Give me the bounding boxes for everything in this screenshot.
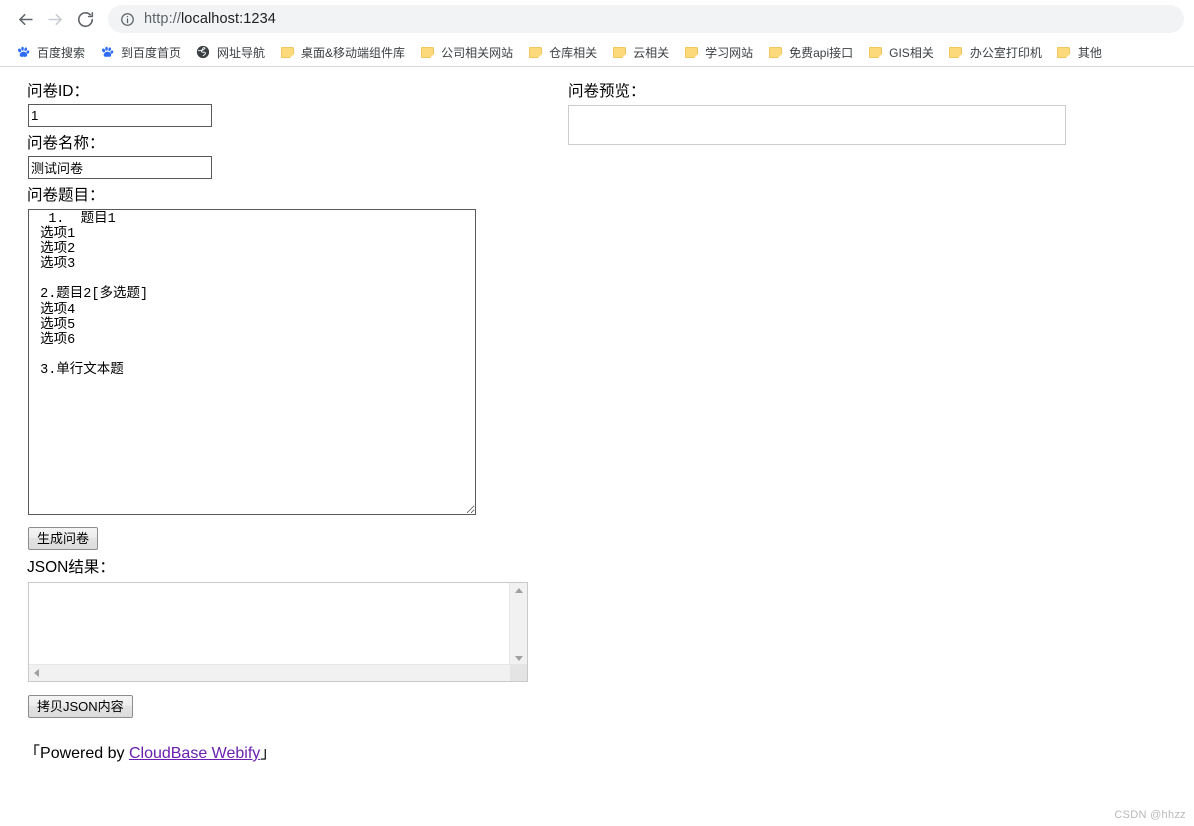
survey-id-label: 问卷ID： (27, 83, 90, 100)
bookmarks-bar: 百度搜索 到百度首页 网址导航 桌面&移动端组件库 公司相关网站 仓库相关 云相关 学习网站 免… (0, 38, 1194, 66)
cloudbase-webify-link[interactable]: CloudBase Webify (129, 745, 260, 762)
address-bar[interactable]: http://localhost:1234 (108, 5, 1184, 33)
footer-prefix: Powered by (40, 745, 129, 762)
url-scheme: http:// (144, 11, 181, 27)
back-arrow-icon (16, 10, 35, 29)
bookmark-item[interactable]: 学习网站 (676, 41, 760, 63)
reload-button[interactable] (70, 4, 100, 34)
folder-icon (867, 44, 883, 60)
browser-chrome: http://localhost:1234 百度搜索 到百度首页 网址导航 桌面&移动… (0, 0, 1194, 67)
bookmark-item[interactable]: 公司相关网站 (412, 41, 520, 63)
forward-arrow-icon (46, 10, 65, 29)
json-horizontal-scrollbar[interactable] (29, 664, 527, 681)
bookmark-label: 云相关 (633, 45, 670, 60)
copy-json-button[interactable]: 拷贝JSON内容 (28, 695, 133, 718)
back-button[interactable] (10, 4, 40, 34)
survey-form-column: 问卷ID： 问卷名称： 问卷题目： 1. 题目1 选项1 选项2 选项3 2.题… (18, 81, 558, 764)
bookmark-label: 公司相关网站 (441, 45, 514, 60)
json-result-textarea[interactable] (28, 582, 528, 682)
folder-icon (279, 44, 295, 60)
bookmark-item[interactable]: 办公室打印机 (941, 41, 1049, 63)
bookmark-item[interactable]: GIS相关 (860, 41, 941, 63)
page-content: 问卷ID： 问卷名称： 问卷题目： 1. 题目1 选项1 选项2 选项3 2.题… (0, 67, 1194, 825)
folder-icon (1056, 44, 1072, 60)
survey-preview-column: 问卷预览： (560, 81, 1080, 145)
address-bar-text: http://localhost:1234 (144, 11, 276, 27)
csdn-watermark: CSDN @hhzz (1114, 809, 1186, 821)
bookmark-label: 到百度首页 (121, 45, 182, 60)
scroll-up-icon[interactable] (514, 583, 524, 593)
survey-name-input[interactable] (28, 156, 212, 179)
folder-icon (948, 44, 964, 60)
bookmark-label: 百度搜索 (37, 45, 86, 60)
folder-icon (611, 44, 627, 60)
bookmark-label: 学习网站 (705, 45, 754, 60)
reload-icon (76, 10, 95, 29)
globe-icon (195, 44, 211, 60)
survey-id-input[interactable] (28, 104, 212, 127)
json-vertical-scrollbar[interactable] (509, 583, 527, 665)
bookmark-label: 桌面&移动端组件库 (301, 45, 406, 60)
bookmark-item[interactable]: 到百度首页 (92, 41, 188, 63)
folder-icon (767, 44, 783, 60)
bookmark-item[interactable]: 云相关 (604, 41, 676, 63)
bookmark-label: 仓库相关 (549, 45, 598, 60)
survey-preview-box[interactable] (568, 105, 1066, 145)
bookmark-label: GIS相关 (889, 45, 934, 60)
baidu-paw-icon (15, 44, 31, 60)
folder-icon (683, 44, 699, 60)
bookmark-item[interactable]: 免费api接口 (760, 41, 860, 63)
scroll-left-icon[interactable] (29, 668, 39, 678)
bookmark-item[interactable]: 桌面&移动端组件库 (272, 41, 412, 63)
bookmark-label: 网址导航 (217, 45, 266, 60)
bookmark-label: 其他 (1077, 45, 1102, 60)
json-result-label: JSON结果： (27, 559, 115, 576)
forward-button[interactable] (40, 4, 70, 34)
json-result-text[interactable] (29, 583, 508, 665)
bookmark-item[interactable]: 网址导航 (188, 41, 272, 63)
bookmark-item[interactable]: 百度搜索 (8, 41, 92, 63)
folder-icon (419, 44, 435, 60)
url-host: localhost:1234 (180, 11, 276, 27)
footer-powered-by: 「Powered by CloudBase Webify」 (24, 744, 558, 764)
survey-questions-textarea[interactable]: 1. 题目1 选项1 选项2 选项3 2.题目2[多选题] 选项4 选项5 选项… (28, 209, 476, 515)
survey-questions-label: 问卷题目： (27, 187, 105, 204)
survey-name-label: 问卷名称： (27, 135, 105, 152)
bookmark-label: 免费api接口 (789, 45, 854, 60)
survey-preview-label: 问卷预览： (568, 83, 646, 100)
bracket-open: 「 (24, 745, 41, 762)
bookmark-label: 办公室打印机 (969, 45, 1042, 60)
bookmark-item[interactable]: 仓库相关 (520, 41, 604, 63)
page-info-icon[interactable] (120, 12, 135, 27)
folder-icon (527, 44, 543, 60)
bookmark-item[interactable]: 其他 (1049, 41, 1109, 63)
baidu-paw-icon (99, 44, 115, 60)
scrollbar-corner (510, 665, 527, 681)
generate-survey-button[interactable]: 生成问卷 (28, 527, 99, 550)
bracket-close: 」 (260, 745, 277, 762)
browser-toolbar: http://localhost:1234 (0, 0, 1194, 38)
